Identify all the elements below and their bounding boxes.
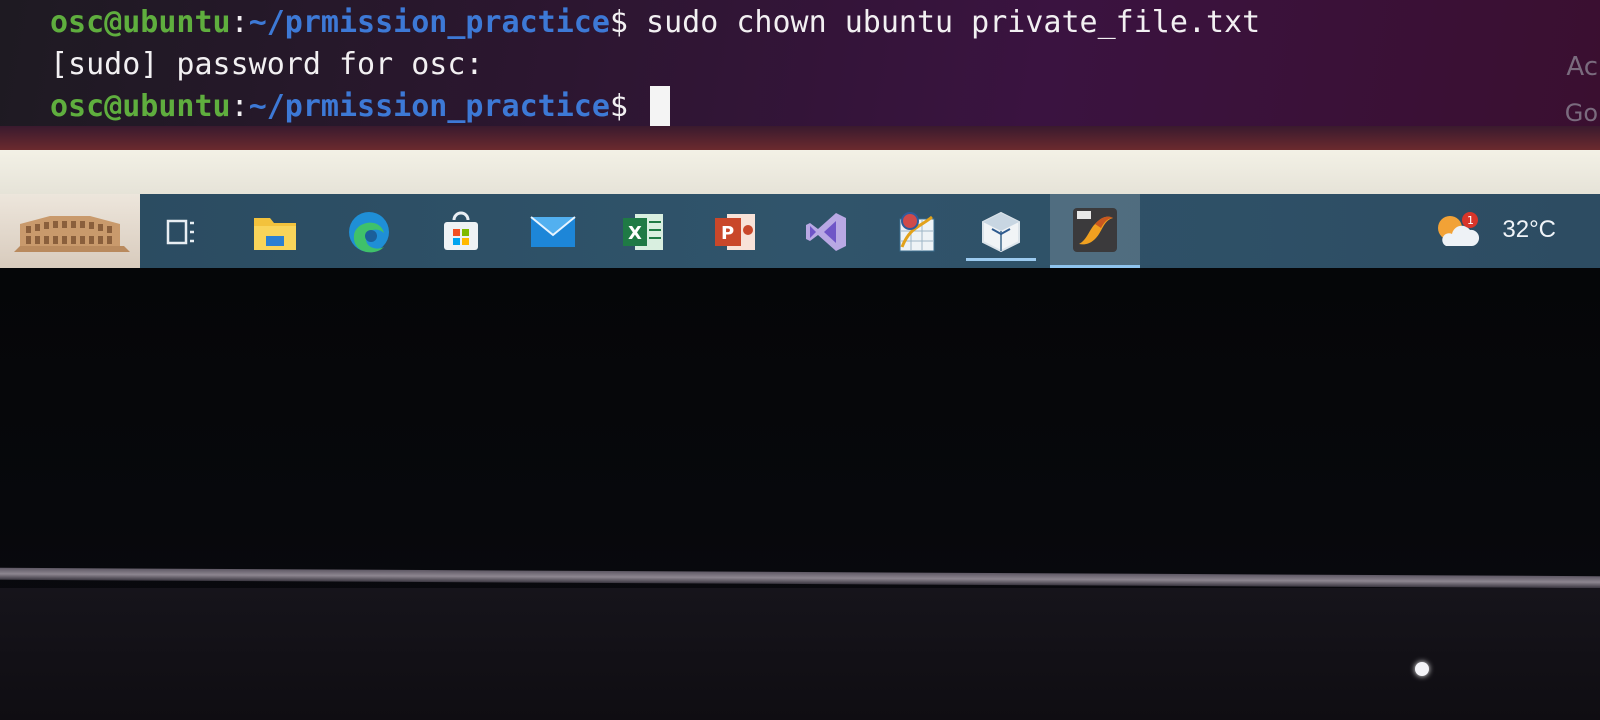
terminal-line-command: osc@ubuntu:~/prmission_practice$ sudo ch…: [50, 2, 1260, 44]
text-cursor: [650, 86, 671, 126]
geogebra-icon[interactable]: [888, 203, 946, 261]
command-text: sudo chown ubuntu private_file.txt: [627, 5, 1261, 40]
running-indicator: [966, 258, 1036, 261]
matlab-icon[interactable]: [1050, 194, 1140, 268]
excel-icon[interactable]: X: [614, 203, 672, 261]
mail-icon[interactable]: [524, 203, 582, 261]
prompt-user: osc@ubuntu: [50, 5, 231, 40]
prompt-colon: :: [230, 5, 249, 40]
prompt-symbol: $: [609, 89, 628, 124]
start-button[interactable]: [0, 194, 140, 268]
task-view-icon[interactable]: [152, 203, 210, 261]
laptop-base: [0, 588, 1600, 720]
taskbar: X P 1 32°C: [0, 194, 1600, 268]
svg-text:X: X: [628, 223, 642, 244]
powerpoint-icon[interactable]: P: [706, 203, 764, 261]
svg-text:P: P: [721, 223, 734, 244]
notification-badge-count: 1: [1467, 214, 1474, 227]
terminal-line-prompt[interactable]: osc@ubuntu:~/prmission_practice$: [50, 86, 671, 128]
prompt-user: osc@ubuntu: [50, 89, 231, 124]
prompt-path: ~/prmission_practice: [248, 5, 610, 40]
temperature-label[interactable]: 32°C: [1502, 216, 1556, 244]
sudo-password-prompt: [sudo] password for osc:: [50, 47, 484, 82]
prompt-path: ~/prmission_practice: [248, 89, 610, 124]
colosseum-logo-icon: [14, 216, 130, 252]
prompt-symbol: $: [609, 5, 628, 40]
terminal-window[interactable]: osc@ubuntu:~/prmission_practice$ sudo ch…: [0, 0, 1600, 150]
edge-icon[interactable]: [340, 203, 398, 261]
weather-icon[interactable]: 1: [1434, 210, 1480, 254]
store-icon[interactable]: [432, 203, 490, 261]
power-led: [1415, 662, 1429, 676]
visual-studio-icon[interactable]: [798, 203, 856, 261]
window-bottom-edge: [0, 126, 1600, 150]
screen-divider-strip: [0, 150, 1600, 194]
file-explorer-icon[interactable]: [246, 203, 304, 261]
virtualbox-icon[interactable]: [972, 203, 1030, 261]
watermark-text-1: Ac: [1566, 52, 1598, 82]
prompt-colon: :: [230, 89, 249, 124]
